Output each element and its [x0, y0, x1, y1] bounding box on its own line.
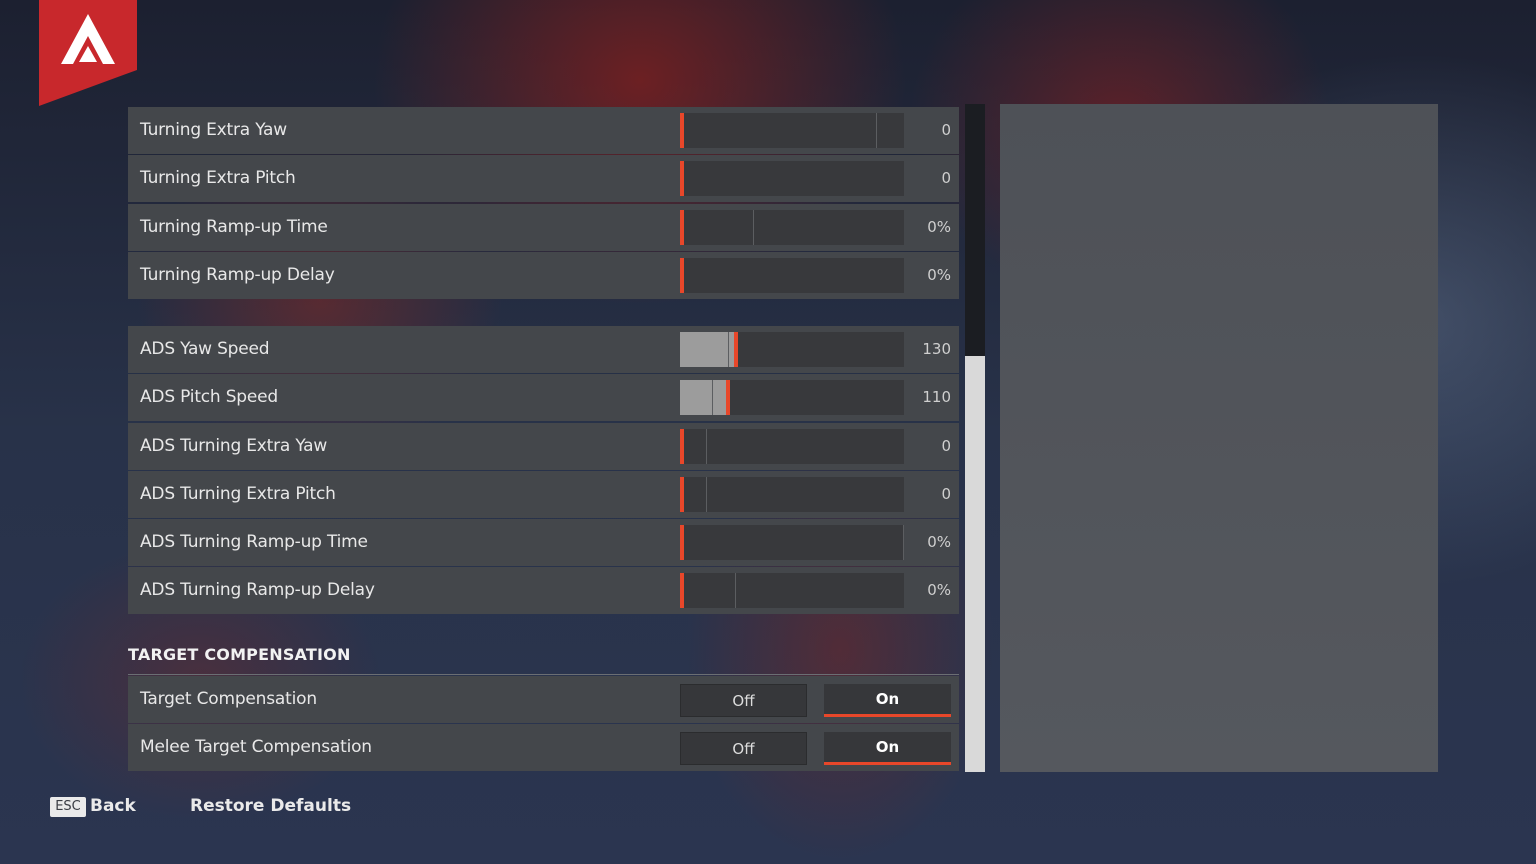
- setting-row-ads-turning-ramp-up-time[interactable]: ADS Turning Ramp-up Time 0%: [128, 519, 959, 567]
- slider-track[interactable]: [680, 209, 904, 245]
- setting-row-ads-turning-extra-pitch[interactable]: ADS Turning Extra Pitch 0: [128, 470, 959, 518]
- default-marker: [753, 209, 754, 245]
- default-marker: [876, 113, 877, 148]
- slider-track[interactable]: [680, 332, 904, 367]
- on-toggle-button[interactable]: On: [824, 732, 951, 766]
- setting-row-turning-ramp-up-time[interactable]: Turning Ramp-up Time 0%: [128, 203, 959, 251]
- turning-settings-group: Turning Extra Yaw 0 Turning Extra Pitch …: [128, 107, 959, 300]
- default-marker: [728, 332, 729, 367]
- setting-label: Turning Ramp-up Delay: [140, 264, 335, 285]
- slider-handle[interactable]: [726, 380, 730, 416]
- setting-row-turning-ramp-up-delay[interactable]: Turning Ramp-up Delay 0%: [128, 251, 959, 299]
- slider-handle[interactable]: [680, 428, 684, 464]
- setting-row-melee-target-compensation[interactable]: Melee Target Compensation Off On: [128, 724, 959, 772]
- setting-value: 0: [941, 484, 951, 503]
- setting-description-panel: [1000, 104, 1438, 772]
- on-toggle-button[interactable]: On: [824, 684, 951, 717]
- setting-label: Melee Target Compensation: [140, 737, 372, 758]
- setting-row-ads-turning-extra-yaw[interactable]: ADS Turning Extra Yaw 0: [128, 422, 959, 470]
- apex-logo-banner: [39, 0, 137, 106]
- setting-label: ADS Turning Extra Yaw: [140, 435, 328, 456]
- back-button[interactable]: Back: [90, 796, 136, 816]
- default-marker: [706, 476, 707, 512]
- setting-row-ads-pitch-speed[interactable]: ADS Pitch Speed 110: [128, 374, 959, 422]
- setting-value: 0%: [927, 533, 951, 552]
- slider-handle[interactable]: [680, 476, 684, 512]
- setting-value: 0%: [927, 581, 951, 600]
- setting-label: ADS Turning Ramp-up Time: [140, 532, 368, 553]
- setting-row-turning-extra-yaw[interactable]: Turning Extra Yaw 0: [128, 107, 959, 154]
- slider-track[interactable]: [680, 380, 904, 416]
- default-marker: [712, 380, 713, 416]
- setting-row-target-compensation[interactable]: Target Compensation Off On: [128, 676, 959, 723]
- setting-row-ads-turning-ramp-up-delay[interactable]: ADS Turning Ramp-up Delay 0%: [128, 567, 959, 615]
- restore-defaults-button[interactable]: Restore Defaults: [190, 796, 351, 816]
- setting-value: 130: [922, 340, 951, 358]
- slider-handle[interactable]: [680, 573, 684, 609]
- slider-track[interactable]: [680, 428, 904, 464]
- setting-value: 0: [941, 169, 951, 188]
- slider-track[interactable]: [680, 257, 904, 293]
- setting-label: Turning Ramp-up Time: [140, 216, 328, 237]
- slider-track[interactable]: [680, 476, 904, 512]
- setting-value: 0: [941, 121, 951, 139]
- setting-value: 0: [941, 436, 951, 455]
- scrollbar-thumb[interactable]: [965, 356, 985, 772]
- slider-handle[interactable]: [680, 525, 684, 561]
- off-toggle-button[interactable]: Off: [680, 732, 807, 766]
- default-marker: [706, 428, 707, 464]
- section-divider: [128, 674, 959, 675]
- setting-label: Turning Extra Yaw: [140, 120, 287, 140]
- setting-value: 0%: [927, 265, 951, 284]
- setting-row-turning-extra-pitch[interactable]: Turning Extra Pitch 0: [128, 155, 959, 203]
- esc-key-icon: ESC: [50, 797, 86, 817]
- slider-fill: [680, 380, 728, 416]
- default-marker: [735, 573, 736, 609]
- setting-value: 110: [922, 388, 951, 407]
- setting-label: ADS Pitch Speed: [140, 387, 278, 408]
- target-compensation-group: Target Compensation Off On Melee Target …: [128, 676, 959, 773]
- slider-handle[interactable]: [680, 161, 684, 197]
- setting-label: ADS Yaw Speed: [140, 339, 270, 359]
- slider-handle[interactable]: [734, 332, 738, 367]
- off-toggle-button[interactable]: Off: [680, 684, 807, 717]
- setting-label: ADS Turning Ramp-up Delay: [140, 580, 375, 601]
- setting-label: Target Compensation: [140, 689, 317, 709]
- ads-settings-group: ADS Yaw Speed 130 ADS Pitch Speed 110 AD…: [128, 326, 959, 616]
- slider-track[interactable]: [680, 113, 904, 148]
- slider-handle[interactable]: [680, 209, 684, 245]
- setting-label: Turning Extra Pitch: [140, 168, 296, 189]
- slider-track[interactable]: [680, 573, 904, 609]
- slider-handle[interactable]: [680, 113, 684, 148]
- setting-label: ADS Turning Extra Pitch: [140, 483, 336, 504]
- section-title-target-compensation: TARGET COMPENSATION: [128, 645, 351, 664]
- setting-value: 0%: [927, 217, 951, 236]
- apex-logo-icon: [61, 14, 115, 64]
- slider-handle[interactable]: [680, 257, 684, 293]
- slider-track[interactable]: [680, 525, 904, 561]
- setting-row-ads-yaw-speed[interactable]: ADS Yaw Speed 130: [128, 326, 959, 373]
- slider-track[interactable]: [680, 161, 904, 197]
